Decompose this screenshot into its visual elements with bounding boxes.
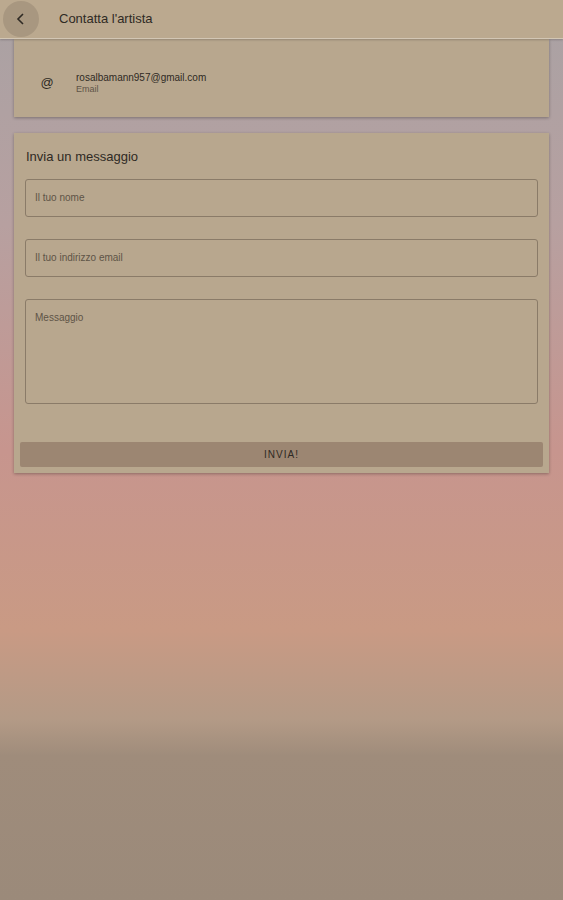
form-title: Invia un messaggio — [20, 147, 543, 167]
at-icon: @ — [38, 73, 56, 93]
email-label: Email — [76, 84, 206, 95]
back-button[interactable] — [3, 1, 39, 37]
send-button[interactable]: INVIA! — [20, 442, 543, 467]
message-textarea[interactable] — [25, 299, 538, 404]
email-info[interactable]: rosalbamann957@gmail.comEmail — [76, 72, 206, 95]
page-title: Contatta l'artista — [59, 9, 153, 29]
header-bar: Contatta l'artista — [0, 0, 563, 39]
back-arrow-icon — [14, 12, 28, 26]
message-card: Invia un messaggio INVIA! — [14, 133, 549, 473]
email-value[interactable]: rosalbamann957@gmail.com — [76, 72, 206, 84]
email-input[interactable] — [25, 239, 538, 277]
contact-card: @ rosalbamann957@gmail.comEmail — [14, 39, 549, 117]
form-fields — [20, 179, 543, 404]
name-input[interactable] — [25, 179, 538, 217]
